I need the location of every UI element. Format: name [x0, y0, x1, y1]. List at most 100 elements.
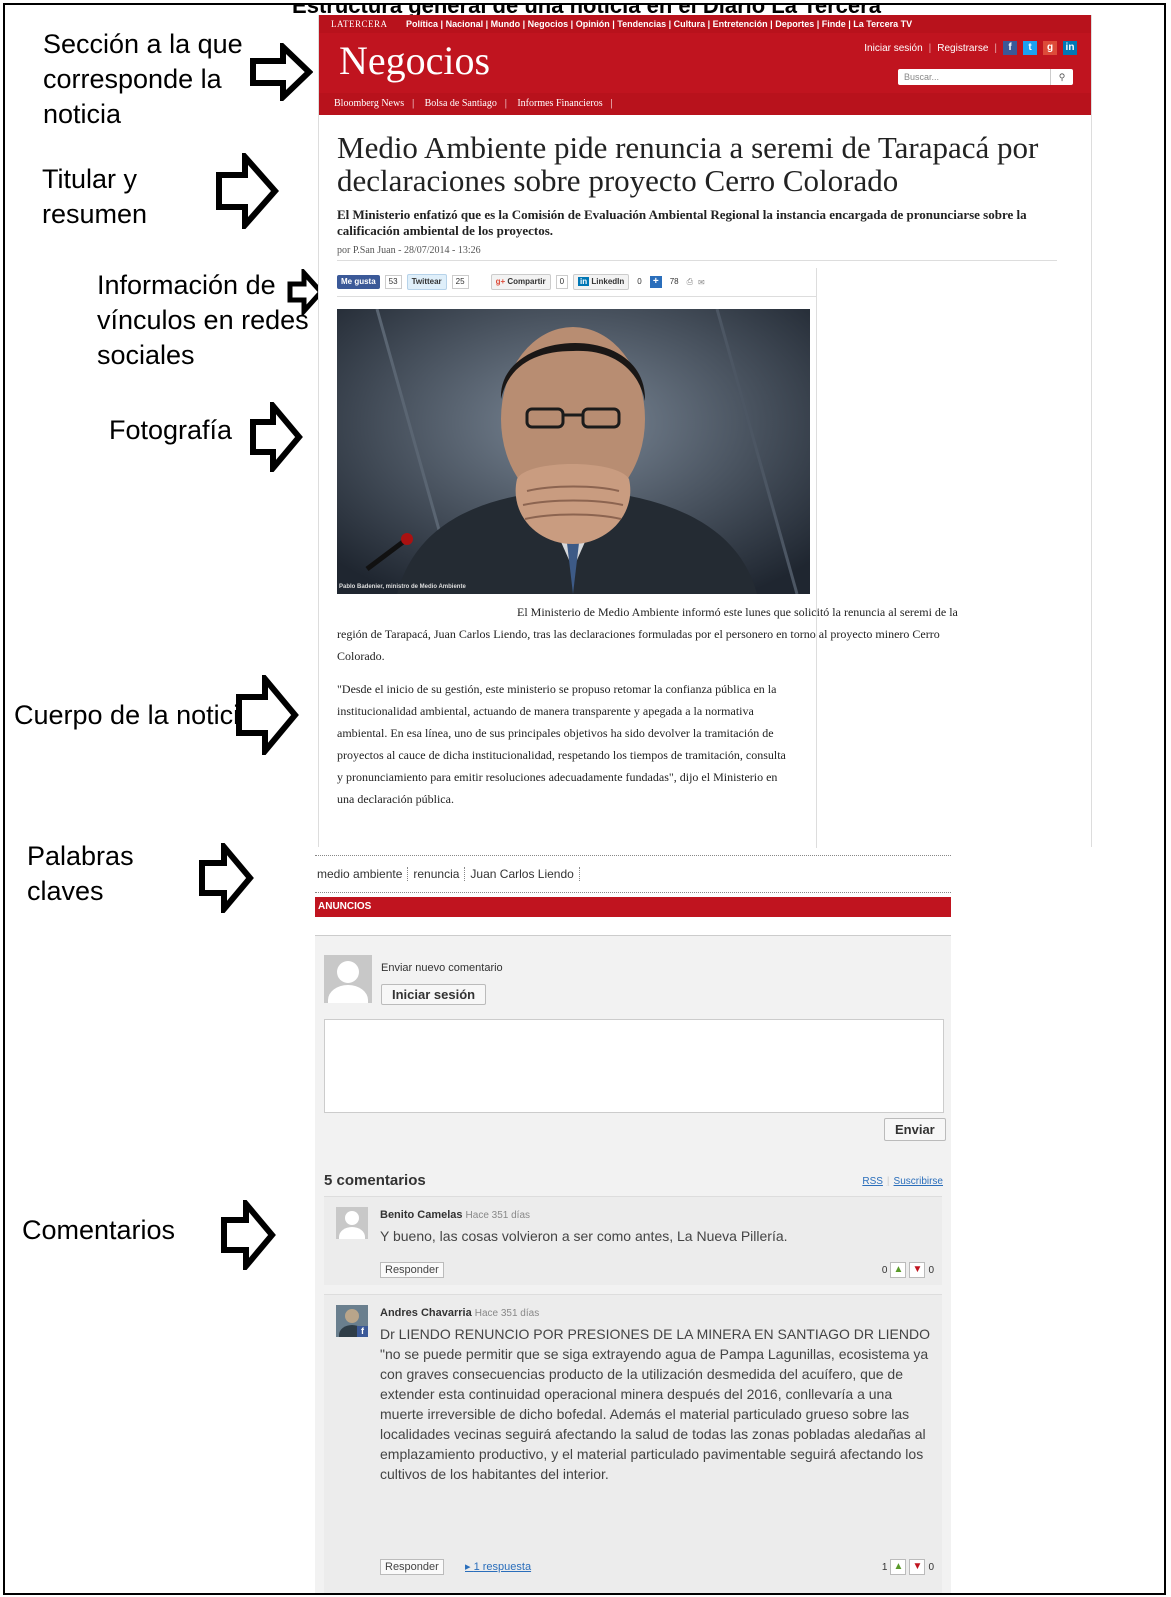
tag-link[interactable]: Juan Carlos Liendo: [465, 867, 580, 881]
thumbs-down-icon[interactable]: ▼: [909, 1262, 926, 1278]
annotation-seccion: Sección a la que corresponde la noticia: [43, 29, 243, 129]
linkedin-share-button[interactable]: in LinkedIn: [573, 274, 630, 290]
top-nav-item[interactable]: Negocios: [528, 19, 569, 29]
nav-separator: |: [666, 19, 674, 29]
top-nav-item[interactable]: Nacional: [446, 19, 484, 29]
linkedin-label: LinkedIn: [591, 277, 625, 286]
top-nav-items: Política | Nacional | Mundo | Negocios |…: [406, 19, 912, 29]
sub-nav: Bloomberg News | Bolsa de Santiago | Infor…: [319, 93, 1091, 115]
comment-time: Hace 351 días: [465, 1210, 531, 1221]
facebook-like-button[interactable]: Me gusta: [337, 275, 380, 289]
upvote-count: 1: [881, 1561, 888, 1573]
comment-text: Dr LIENDO RENUNCIO POR PRESIONES DE LA M…: [380, 1326, 930, 1482]
search-icon[interactable]: ⚲: [1050, 69, 1073, 85]
divider: [337, 260, 1057, 261]
article-paragraph: El Ministerio de Medio Ambiente informó …: [337, 605, 958, 663]
subscribe-link[interactable]: Suscribirse: [894, 1176, 943, 1187]
avatar-placeholder-icon: [324, 955, 372, 1003]
top-nav-item[interactable]: Finde: [822, 19, 846, 29]
top-nav-item[interactable]: Cultura: [674, 19, 706, 29]
send-button[interactable]: Enviar: [884, 1118, 946, 1141]
masthead: Negocios Iniciar sesión | Registrarse | …: [319, 33, 1091, 93]
comments-panel: Enviar nuevo comentario Iniciar sesión E…: [315, 935, 951, 1593]
comment-item: Benito Camelas Hace 351 días Y bueno, las…: [324, 1196, 942, 1285]
article-byline: por P.San Juan - 28/07/2014 - 13:26: [337, 245, 481, 256]
annotation-foto: Fotografía: [109, 415, 233, 445]
downvote-count: 0: [928, 1264, 934, 1276]
rss-link[interactable]: RSS: [862, 1176, 883, 1187]
arrow-right-icon: [250, 43, 313, 101]
tweet-label: Twittear: [411, 277, 442, 286]
nav-separator: |: [568, 19, 576, 29]
feed-links: RSS | Suscribirse: [862, 1176, 943, 1187]
nav-separator: |: [814, 19, 822, 29]
plus-icon[interactable]: +: [649, 276, 662, 288]
print-icon[interactable]: ⎙: [687, 277, 693, 287]
comment-text: Y bueno, las cosas volvieron a ser como …: [380, 1228, 788, 1244]
thumbs-up-icon[interactable]: ▲: [890, 1559, 907, 1575]
gplus-count: 0: [555, 275, 569, 289]
like-label: Me gusta: [341, 277, 376, 286]
section-title[interactable]: Negocios: [339, 37, 490, 84]
tweet-button[interactable]: Twittear: [406, 274, 447, 290]
vote-controls: 0 ▲ ▼ 0: [882, 1262, 934, 1278]
register-link[interactable]: Registrarse: [937, 43, 988, 54]
login-button[interactable]: Iniciar sesión: [381, 984, 487, 1005]
top-nav-item[interactable]: La Tercera TV: [853, 19, 912, 29]
author-name[interactable]: Benito Camelas: [380, 1209, 463, 1221]
top-nav-item[interactable]: Deportes: [775, 19, 814, 29]
comment-author: Benito Camelas Hace 351 días: [380, 1209, 530, 1221]
arrow-right-icon: [221, 1200, 276, 1270]
search-placeholder: Buscar...: [904, 72, 940, 82]
article-paragraph: "Desde el inicio de su gestión, este min…: [337, 682, 786, 806]
article-photo: Pablo Badenier, ministro de Medio Ambien…: [337, 309, 810, 594]
expand-arrow-icon: ▸: [465, 1561, 474, 1573]
vote-controls: 1 ▲ ▼ 0: [882, 1559, 934, 1575]
nav-separator: |: [520, 19, 528, 29]
top-nav-item[interactable]: Entretención: [713, 19, 768, 29]
email-icon[interactable]: ✉: [698, 278, 705, 287]
login-link[interactable]: Iniciar sesión: [864, 43, 922, 54]
like-count: 53: [384, 275, 402, 289]
author-name[interactable]: Andres Chavarria: [380, 1307, 472, 1319]
reply-button[interactable]: Responder: [380, 1262, 444, 1278]
arrow-right-icon: [250, 402, 303, 472]
top-nav-item[interactable]: Política: [406, 19, 438, 29]
annotation-comentarios: Comentarios: [22, 1215, 176, 1245]
top-nav-item[interactable]: Opinión: [576, 19, 610, 29]
replies-label: 1 respuesta: [473, 1561, 532, 1573]
reply-button[interactable]: Responder: [380, 1559, 444, 1575]
tags-bar: medio ambiente renuncia Juan Carlos Liendo: [315, 855, 951, 893]
new-comment-label: Enviar nuevo comentario: [381, 962, 503, 974]
search-input[interactable]: Buscar... ⚲: [898, 69, 1073, 85]
comment-textarea[interactable]: [324, 1019, 944, 1113]
linkedin-count: 0: [637, 277, 642, 286]
arrow-right-icon: [236, 675, 299, 755]
plus-count: 78: [669, 277, 679, 286]
annotation-palabras: Palabras claves: [27, 841, 134, 906]
googleplus-icon[interactable]: g: [1043, 41, 1057, 55]
minister-photo: [337, 309, 810, 594]
photo-caption: Pablo Badenier, ministro de Medio Ambien…: [339, 584, 466, 590]
comment-author: Andres Chavarria Hace 351 días: [380, 1307, 539, 1319]
replies-link[interactable]: ▸ 1 respuesta: [465, 1560, 531, 1573]
subnav-item[interactable]: Bolsa de Santiago: [425, 98, 497, 109]
subnav-item[interactable]: Informes Financieros: [517, 98, 602, 109]
article-summary: El Ministerio enfatizó que es la Comisió…: [337, 207, 1027, 238]
googleplus-share-button[interactable]: g+ Compartir: [490, 274, 551, 290]
tag-link[interactable]: renuncia: [408, 867, 466, 881]
facebook-icon[interactable]: f: [1003, 41, 1017, 55]
tag-link[interactable]: medio ambiente: [315, 867, 409, 881]
nav-separator: |: [438, 19, 446, 29]
share-bar: Me gusta 53 Twittear 25 g+ Compartir 0 i…: [337, 273, 817, 291]
top-nav-item[interactable]: Mundo: [491, 19, 521, 29]
thumbs-up-icon[interactable]: ▲: [890, 1262, 907, 1278]
thumbs-down-icon[interactable]: ▼: [909, 1559, 926, 1575]
site-brand[interactable]: LATERCERA: [331, 19, 388, 29]
top-nav-item[interactable]: Tendencias: [617, 19, 666, 29]
annotation-cuerpo: Cuerpo de la noticia: [14, 700, 255, 730]
linkedin-icon[interactable]: in: [1063, 41, 1077, 55]
twitter-icon[interactable]: t: [1023, 41, 1037, 55]
comment-count: 5 comentarios: [324, 1172, 426, 1189]
subnav-item[interactable]: Bloomberg News: [334, 98, 404, 109]
